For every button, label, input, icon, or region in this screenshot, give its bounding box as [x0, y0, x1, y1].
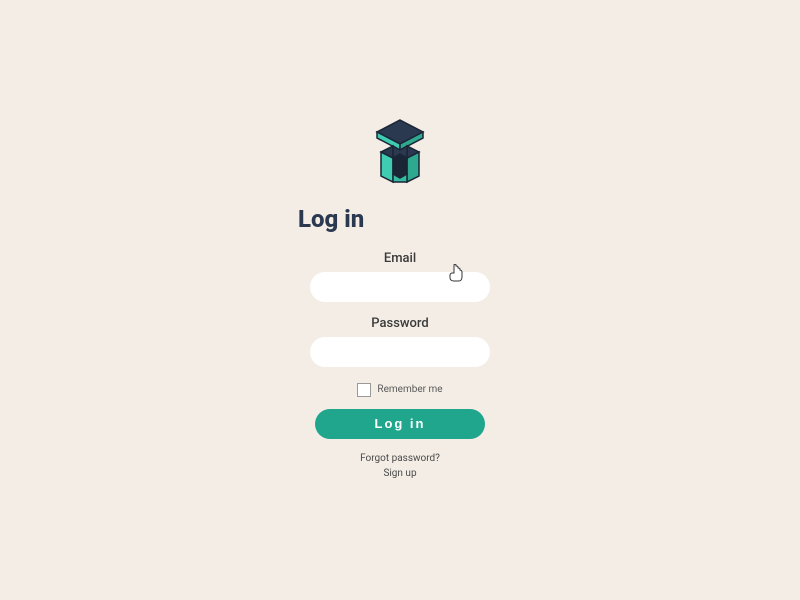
forgot-password-link[interactable]: Forgot password? — [360, 453, 440, 464]
login-form: Log in Email Password Remember me Log in… — [290, 118, 510, 483]
remember-row: Remember me — [357, 383, 442, 397]
email-input[interactable] — [310, 272, 490, 302]
remember-label: Remember me — [377, 384, 442, 395]
signup-link[interactable]: Sign up — [383, 468, 416, 479]
login-button[interactable]: Log in — [315, 409, 485, 439]
email-label: Email — [384, 251, 416, 266]
remember-checkbox[interactable] — [357, 383, 371, 397]
password-label: Password — [371, 316, 428, 331]
app-logo-icon — [365, 118, 435, 197]
page-title: Log in — [298, 205, 364, 233]
password-input[interactable] — [310, 337, 490, 367]
